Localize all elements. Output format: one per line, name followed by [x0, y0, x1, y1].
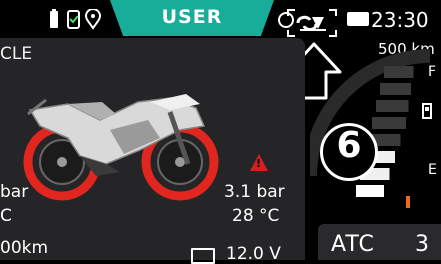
link-icon — [296, 15, 326, 31]
battery-voltage: 12.0 V — [226, 244, 281, 264]
atc-label: ATC — [331, 232, 375, 257]
clock-time: 23:30 — [371, 8, 429, 32]
fuel-pump-icon — [422, 103, 432, 119]
battery-icon — [191, 248, 215, 264]
vehicle-card-title: CLE — [0, 44, 33, 64]
riding-mode-label: USER — [161, 6, 223, 28]
status-icons — [50, 9, 102, 30]
clock-icon — [347, 12, 369, 26]
front-tyre-temp-partial: C — [0, 206, 12, 226]
phone-battery-icon — [50, 9, 58, 28]
rear-tyre-temp: 28 °C — [232, 206, 280, 226]
navigation-pin-icon — [84, 9, 102, 30]
fuel-low-marker — [406, 196, 410, 208]
phone-connected-icon — [67, 10, 80, 29]
fuel-bar-segment — [380, 83, 411, 95]
motorcycle-illustration — [23, 94, 219, 201]
front-tyre-pressure-partial: bar — [0, 182, 29, 202]
atc-level: 3 — [415, 232, 429, 257]
fuel-bar-segment — [376, 100, 409, 112]
connectivity-icon-highlight[interactable] — [286, 8, 338, 38]
fuel-bar-segment — [356, 185, 384, 197]
odometer-partial: 00km — [0, 238, 49, 258]
rear-tyre-pressure: 3.1 bar — [224, 182, 285, 202]
fuel-empty-label: E — [428, 162, 437, 178]
fuel-bar-segment — [384, 66, 414, 78]
fuel-full-label: F — [428, 64, 437, 80]
gear-number: 6 — [336, 125, 362, 166]
warning-exclamation: ! — [256, 157, 262, 170]
